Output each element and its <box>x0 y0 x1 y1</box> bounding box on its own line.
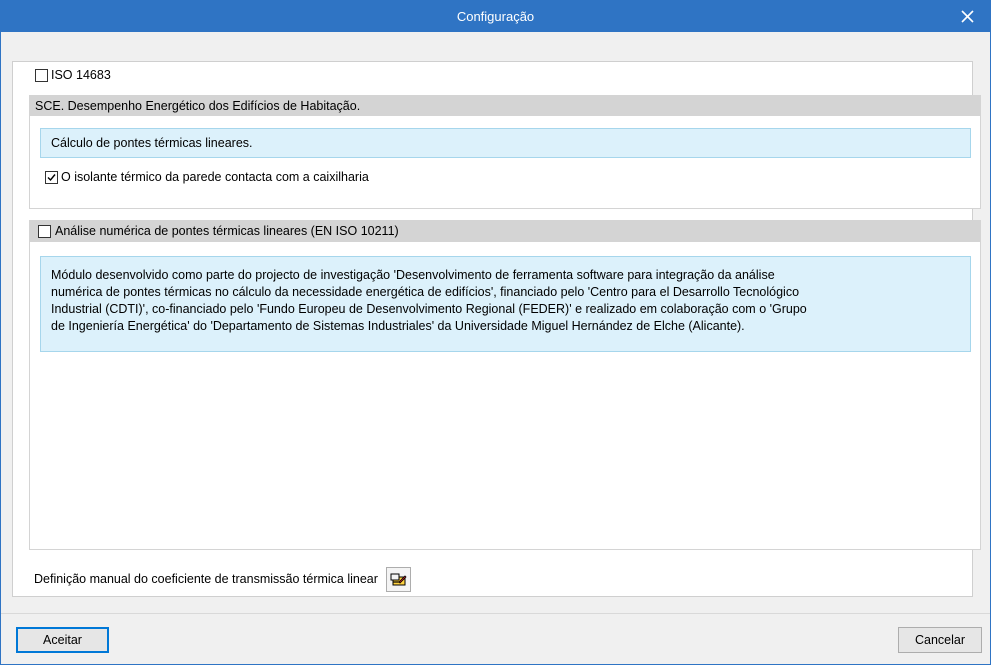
insulation-option[interactable]: O isolante térmico da parede contacta co… <box>45 168 369 186</box>
numeric-info-line: de Ingeniería Energética' do 'Departamen… <box>51 319 745 333</box>
numeric-info-box: Módulo desenvolvido como parte do projec… <box>40 256 971 352</box>
iso-14683-label: ISO 14683 <box>51 68 111 82</box>
sce-section-header: SCE. Desempenho Energético dos Edifícios… <box>29 95 981 116</box>
footer-separator <box>1 613 990 614</box>
config-dialog: Configuração ISO 14683 SCE. Desempenho E… <box>0 0 991 665</box>
manual-definition-row: Definição manual do coeficiente de trans… <box>34 566 411 592</box>
close-icon <box>960 10 974 23</box>
numeric-analysis-checkbox[interactable] <box>38 224 51 238</box>
close-button[interactable] <box>944 1 990 32</box>
insulation-checkbox[interactable] <box>45 170 58 184</box>
numeric-section-header[interactable]: Análise numérica de pontes térmicas line… <box>29 220 981 242</box>
iso-14683-option[interactable]: ISO 14683 <box>35 66 111 84</box>
content-panel: ISO 14683 SCE. Desempenho Energético dos… <box>12 61 981 597</box>
accept-button-label: Aceitar <box>43 633 82 647</box>
numeric-info-line: numérica de pontes térmicas no cálculo d… <box>51 285 800 299</box>
sce-info-text: Cálculo de pontes térmicas lineares. <box>51 136 253 150</box>
sce-info-box: Cálculo de pontes térmicas lineares. <box>40 128 971 158</box>
insulation-label: O isolante térmico da parede contacta co… <box>61 170 369 184</box>
edit-icon <box>390 573 407 585</box>
cancel-button-label: Cancelar <box>914 633 966 647</box>
checkmark-icon <box>47 173 56 181</box>
sce-section-title: SCE. Desempenho Energético dos Edifícios… <box>35 98 361 113</box>
numeric-section-body: Módulo desenvolvido como parte do projec… <box>29 242 981 550</box>
manual-definition-label: Definição manual do coeficiente de trans… <box>34 572 378 586</box>
cancel-button[interactable]: Cancelar <box>898 627 982 653</box>
numeric-info-line: Industrial (CDTI)', co-financiado pelo '… <box>51 302 807 316</box>
accept-button[interactable]: Aceitar <box>16 627 109 653</box>
iso-14683-checkbox[interactable] <box>35 68 48 82</box>
numeric-section-title: Análise numérica de pontes térmicas line… <box>55 224 399 238</box>
numeric-info-line: Módulo desenvolvido como parte do projec… <box>51 268 775 282</box>
sce-section-body: Cálculo de pontes térmicas lineares. O i… <box>29 116 981 209</box>
manual-definition-button[interactable] <box>385 566 411 592</box>
title-bar: Configuração <box>1 1 990 32</box>
window-title: Configuração <box>456 9 535 24</box>
